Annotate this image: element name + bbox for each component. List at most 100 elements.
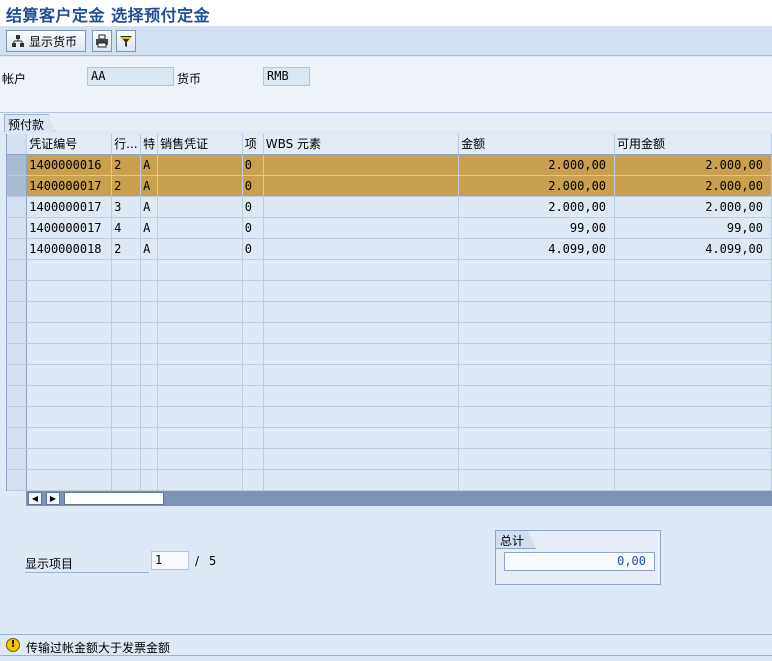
empty-cell[interactable] [242, 280, 264, 302]
empty-table-row[interactable] [7, 406, 772, 428]
row-selector[interactable] [7, 217, 28, 239]
empty-cell[interactable] [26, 301, 113, 323]
table-cell-line[interactable]: 3 [111, 196, 142, 218]
empty-cell[interactable] [157, 469, 243, 491]
table-cell-item[interactable]: 0 [242, 238, 264, 260]
empty-cell[interactable] [614, 448, 772, 470]
empty-cell[interactable] [458, 259, 616, 281]
empty-cell[interactable] [458, 301, 616, 323]
table-cell-amount[interactable]: 2.000,00 [458, 196, 616, 218]
table-cell-sp[interactable]: A [140, 175, 159, 197]
table-cell-available[interactable]: 4.099,00 [614, 238, 772, 260]
row-selector[interactable] [7, 343, 28, 365]
row-selector[interactable] [7, 322, 28, 344]
column-header[interactable]: 凭证编号 [26, 134, 113, 155]
current-item-field[interactable]: 1 [151, 551, 189, 570]
table-cell-line[interactable]: 2 [111, 154, 142, 176]
table-cell-sp[interactable]: A [140, 196, 159, 218]
empty-cell[interactable] [242, 427, 264, 449]
empty-cell[interactable] [26, 322, 113, 344]
empty-cell[interactable] [458, 406, 616, 428]
table-cell-line[interactable]: 2 [111, 238, 142, 260]
empty-cell[interactable] [26, 259, 113, 281]
scroll-left-icon[interactable]: ◀ [28, 492, 42, 505]
tab-prepayments[interactable]: 预付款 [4, 114, 56, 132]
table-row[interactable]: 1400000017 3 A 0 2.000,00 2.000,00 [7, 196, 772, 218]
empty-cell[interactable] [157, 364, 243, 386]
empty-cell[interactable] [614, 364, 772, 386]
empty-cell[interactable] [111, 448, 142, 470]
empty-cell[interactable] [111, 301, 142, 323]
empty-cell[interactable] [140, 322, 159, 344]
empty-cell[interactable] [157, 343, 243, 365]
empty-cell[interactable] [458, 385, 616, 407]
table-cell-amount[interactable]: 2.000,00 [458, 154, 616, 176]
table-row[interactable]: 1400000017 2 A 0 2.000,00 2.000,00 [7, 175, 772, 197]
empty-cell[interactable] [614, 469, 772, 491]
table-cell-amount[interactable]: 4.099,00 [458, 238, 616, 260]
empty-cell[interactable] [157, 406, 243, 428]
empty-cell[interactable] [458, 322, 616, 344]
row-selector[interactable] [7, 448, 28, 470]
empty-cell[interactable] [242, 259, 264, 281]
table-cell-sp[interactable]: A [140, 238, 159, 260]
empty-cell[interactable] [157, 448, 243, 470]
empty-cell[interactable] [157, 280, 243, 302]
table-cell-available[interactable]: 2.000,00 [614, 154, 772, 176]
row-selector[interactable] [7, 238, 28, 260]
empty-cell[interactable] [263, 259, 460, 281]
table-cell-doc[interactable]: 1400000017 [26, 196, 113, 218]
table-cell-sales[interactable] [157, 217, 243, 239]
empty-cell[interactable] [458, 448, 616, 470]
empty-cell[interactable] [263, 301, 460, 323]
column-header[interactable]: 金额 [458, 134, 616, 155]
table-cell-wbs[interactable] [263, 217, 460, 239]
empty-cell[interactable] [111, 343, 142, 365]
table-cell-amount[interactable]: 99,00 [458, 217, 616, 239]
empty-cell[interactable] [458, 343, 616, 365]
empty-cell[interactable] [242, 301, 264, 323]
table-row[interactable]: 1400000018 2 A 0 4.099,00 4.099,00 [7, 238, 772, 260]
table-row[interactable]: 1400000016 2 A 0 2.000,00 2.000,00 [7, 154, 772, 176]
empty-cell[interactable] [614, 385, 772, 407]
empty-cell[interactable] [111, 469, 142, 491]
empty-cell[interactable] [140, 301, 159, 323]
table-cell-doc[interactable]: 1400000016 [26, 154, 113, 176]
empty-cell[interactable] [242, 322, 264, 344]
empty-cell[interactable] [458, 427, 616, 449]
empty-cell[interactable] [140, 259, 159, 281]
row-selector[interactable] [7, 469, 28, 491]
empty-cell[interactable] [263, 343, 460, 365]
empty-cell[interactable] [263, 280, 460, 302]
empty-cell[interactable] [157, 322, 243, 344]
empty-cell[interactable] [157, 427, 243, 449]
select-all-cell[interactable] [7, 134, 28, 155]
empty-cell[interactable] [458, 469, 616, 491]
empty-cell[interactable] [614, 427, 772, 449]
empty-cell[interactable] [614, 322, 772, 344]
row-selector[interactable] [7, 175, 28, 197]
empty-cell[interactable] [111, 322, 142, 344]
table-cell-sales[interactable] [157, 238, 243, 260]
empty-table-row[interactable] [7, 364, 772, 386]
currency-field[interactable]: RMB [263, 67, 310, 86]
empty-cell[interactable] [263, 322, 460, 344]
empty-cell[interactable] [111, 280, 142, 302]
print-button[interactable] [92, 30, 112, 52]
empty-cell[interactable] [242, 469, 264, 491]
table-cell-item[interactable]: 0 [242, 217, 264, 239]
empty-table-row[interactable] [7, 301, 772, 323]
empty-cell[interactable] [614, 406, 772, 428]
row-selector[interactable] [7, 154, 28, 176]
empty-cell[interactable] [111, 427, 142, 449]
empty-cell[interactable] [157, 301, 243, 323]
table-cell-sales[interactable] [157, 175, 243, 197]
empty-cell[interactable] [242, 385, 264, 407]
empty-cell[interactable] [26, 343, 113, 365]
empty-cell[interactable] [263, 385, 460, 407]
empty-cell[interactable] [263, 448, 460, 470]
table-cell-sp[interactable]: A [140, 217, 159, 239]
row-selector[interactable] [7, 280, 28, 302]
empty-cell[interactable] [263, 364, 460, 386]
empty-cell[interactable] [157, 385, 243, 407]
